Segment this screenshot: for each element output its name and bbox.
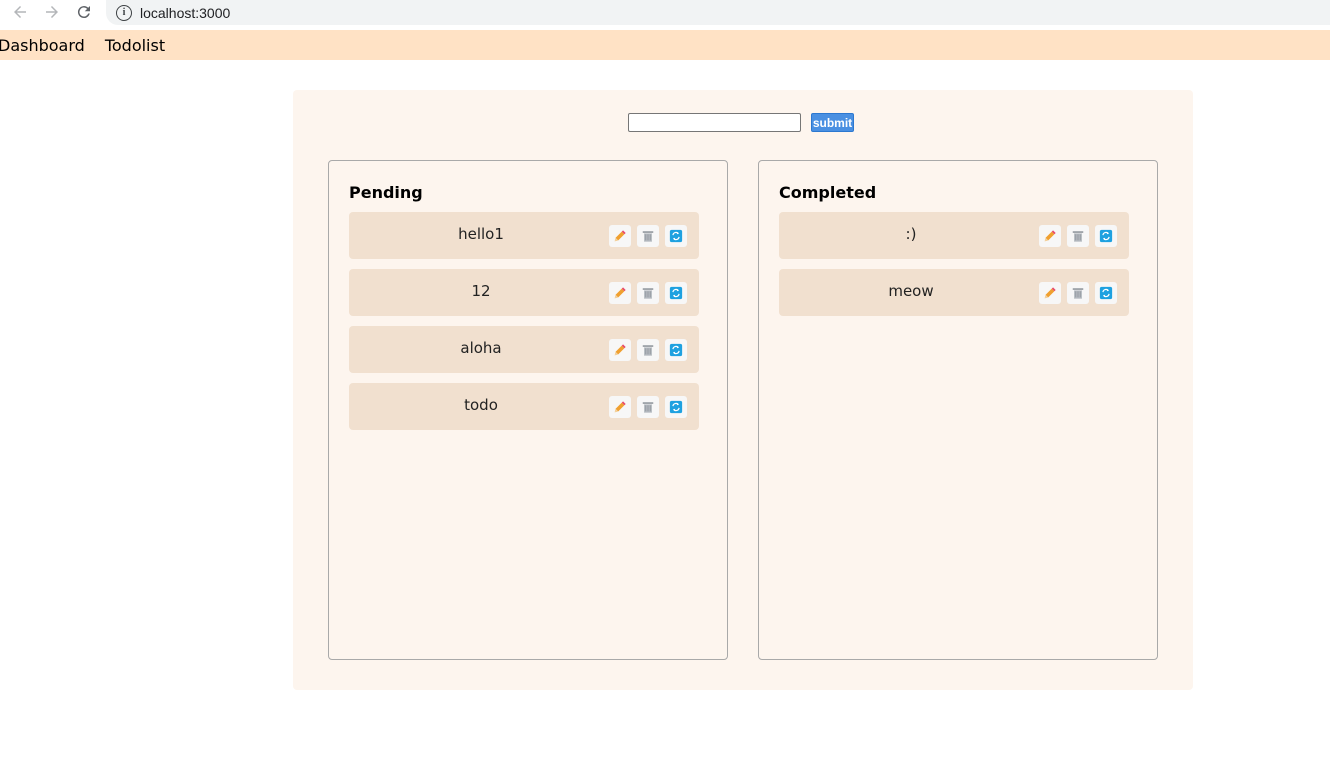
todo-item-text: todo bbox=[464, 396, 498, 414]
trash-icon[interactable] bbox=[1067, 282, 1089, 304]
app-navbar: Dashboard Todolist bbox=[0, 30, 1330, 60]
pencil-icon[interactable] bbox=[609, 396, 631, 418]
completed-list: :) meow bbox=[779, 212, 1129, 326]
nav-link-dashboard[interactable]: Dashboard bbox=[0, 36, 85, 55]
item-actions bbox=[1039, 282, 1117, 304]
todo-item-text: 12 bbox=[471, 282, 491, 300]
toggle-status-icon[interactable] bbox=[665, 339, 687, 361]
pencil-icon[interactable] bbox=[609, 282, 631, 304]
todo-item-text: aloha bbox=[460, 339, 502, 357]
pending-column: Pending hello1 12 aloha todo bbox=[328, 160, 728, 660]
trash-icon[interactable] bbox=[637, 282, 659, 304]
submit-button[interactable]: submit bbox=[811, 113, 854, 132]
item-actions bbox=[609, 396, 687, 418]
item-actions bbox=[609, 339, 687, 361]
nav-link-todolist[interactable]: Todolist bbox=[105, 36, 165, 55]
todo-item: :) bbox=[779, 212, 1129, 259]
toggle-status-icon[interactable] bbox=[665, 282, 687, 304]
browser-toolbar: i localhost:3000 bbox=[0, 0, 1330, 29]
reload-icon[interactable] bbox=[72, 0, 96, 24]
todo-item-text: meow bbox=[888, 282, 934, 300]
trash-icon[interactable] bbox=[637, 396, 659, 418]
toggle-status-icon[interactable] bbox=[665, 396, 687, 418]
todo-item-text: hello1 bbox=[458, 225, 504, 243]
toggle-status-icon[interactable] bbox=[665, 225, 687, 247]
todo-item: todo bbox=[349, 383, 699, 430]
trash-icon[interactable] bbox=[637, 339, 659, 361]
pending-list: hello1 12 aloha todo bbox=[349, 212, 699, 440]
todo-item: aloha bbox=[349, 326, 699, 373]
toggle-status-icon[interactable] bbox=[1095, 225, 1117, 247]
todo-item: 12 bbox=[349, 269, 699, 316]
todo-item: hello1 bbox=[349, 212, 699, 259]
pending-title: Pending bbox=[349, 183, 423, 202]
info-icon[interactable]: i bbox=[116, 4, 132, 21]
todo-item-text: :) bbox=[905, 225, 917, 243]
todo-input[interactable] bbox=[628, 113, 801, 132]
address-bar[interactable]: i localhost:3000 bbox=[106, 0, 1330, 25]
todo-item: meow bbox=[779, 269, 1129, 316]
back-arrow-icon[interactable] bbox=[8, 0, 32, 24]
pencil-icon[interactable] bbox=[1039, 282, 1061, 304]
item-actions bbox=[609, 225, 687, 247]
completed-column: Completed :) meow bbox=[758, 160, 1158, 660]
pencil-icon[interactable] bbox=[609, 339, 631, 361]
pencil-icon[interactable] bbox=[609, 225, 631, 247]
trash-icon[interactable] bbox=[1067, 225, 1089, 247]
forward-arrow-icon[interactable] bbox=[40, 0, 64, 24]
url-text[interactable]: localhost:3000 bbox=[140, 5, 230, 21]
trash-icon[interactable] bbox=[637, 225, 659, 247]
item-actions bbox=[1039, 225, 1117, 247]
item-actions bbox=[609, 282, 687, 304]
completed-title: Completed bbox=[779, 183, 877, 202]
pencil-icon[interactable] bbox=[1039, 225, 1061, 247]
todo-panel: submit Pending hello1 12 aloha todo Comp… bbox=[293, 90, 1193, 690]
toggle-status-icon[interactable] bbox=[1095, 282, 1117, 304]
